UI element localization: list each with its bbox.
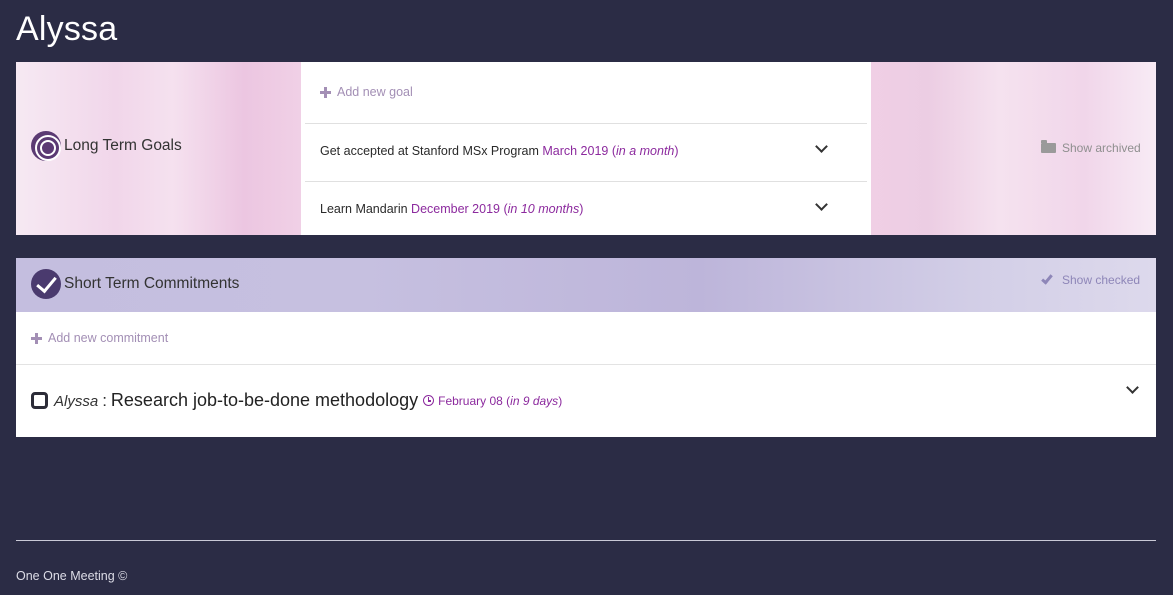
chevron-down-icon[interactable] xyxy=(815,198,828,211)
folder-open-icon xyxy=(1041,140,1056,153)
goal-text: Learn Mandarin December 2019 (in 10 mont… xyxy=(320,202,583,216)
show-checked-button[interactable]: Show checked xyxy=(1041,271,1141,287)
long-term-goals-label: Long Term Goals xyxy=(64,137,182,154)
chevron-down-icon[interactable] xyxy=(815,140,828,153)
commitments-header: Short Term Commitments Show checked xyxy=(16,258,1156,312)
goal-row[interactable]: Learn Mandarin December 2019 (in 10 mont… xyxy=(305,181,867,239)
goal-text: Get accepted at Stanford MSx Program Mar… xyxy=(320,144,679,158)
goal-title: Learn Mandarin xyxy=(320,202,408,216)
long-term-goals-panel: Long Term Goals Add new goal Get accepte… xyxy=(16,62,1156,235)
commitment-row[interactable]: Alyssa : Research job-to-be-done methodo… xyxy=(16,364,1156,437)
check-icon xyxy=(1041,271,1053,285)
goal-date: December 2019 (in 10 months) xyxy=(411,202,584,216)
chevron-down-icon[interactable] xyxy=(1126,381,1139,394)
show-archived-label: Show archived xyxy=(1062,141,1141,155)
show-archived-button[interactable]: Show archived xyxy=(1041,140,1141,155)
add-commitment-button[interactable]: Add new commitment xyxy=(31,331,168,345)
plus-icon xyxy=(31,332,42,344)
goals-left-band: Long Term Goals xyxy=(16,62,301,235)
short-term-commitments-label: Short Term Commitments xyxy=(64,275,240,292)
add-goal-button[interactable]: Add new goal xyxy=(320,85,413,99)
page-title: Alyssa xyxy=(16,10,118,48)
add-goal-label: Add new goal xyxy=(337,85,413,99)
footer-divider xyxy=(16,540,1156,541)
check-circle-icon xyxy=(31,269,61,299)
show-checked-label: Show checked xyxy=(1062,273,1141,287)
commitment-title: Research job-to-be-done methodology xyxy=(110,390,419,410)
target-icon xyxy=(31,131,61,161)
goal-relative-date: in 10 months xyxy=(507,202,580,216)
goals-list: Add new goal Get accepted at Stanford MS… xyxy=(305,62,867,235)
short-term-commitments-panel: Short Term Commitments Show checked Add … xyxy=(16,258,1156,437)
commitment-date: February 08 (in 9 days) xyxy=(423,394,562,408)
plus-icon xyxy=(320,86,331,98)
commitment-checkbox[interactable] xyxy=(31,392,48,409)
goal-date: March 2019 (in a month) xyxy=(542,144,679,158)
short-term-commitments-heading: Short Term Commitments xyxy=(31,269,239,299)
commitment-relative-date: in 9 days xyxy=(510,393,559,408)
footer-text: One One Meeting © xyxy=(16,569,128,583)
goal-title: Get accepted at Stanford MSx Program xyxy=(320,144,539,158)
commitment-text: Alyssa : Research job-to-be-done methodo… xyxy=(54,390,562,411)
commitment-separator: : xyxy=(102,391,107,410)
goal-relative-date: in a month xyxy=(616,144,675,158)
goal-row[interactable]: Get accepted at Stanford MSx Program Mar… xyxy=(305,123,867,181)
commitment-owner: Alyssa xyxy=(54,393,99,410)
long-term-goals-heading: Long Term Goals xyxy=(31,131,182,161)
clock-icon xyxy=(423,395,435,406)
add-commitment-label: Add new commitment xyxy=(48,331,169,345)
